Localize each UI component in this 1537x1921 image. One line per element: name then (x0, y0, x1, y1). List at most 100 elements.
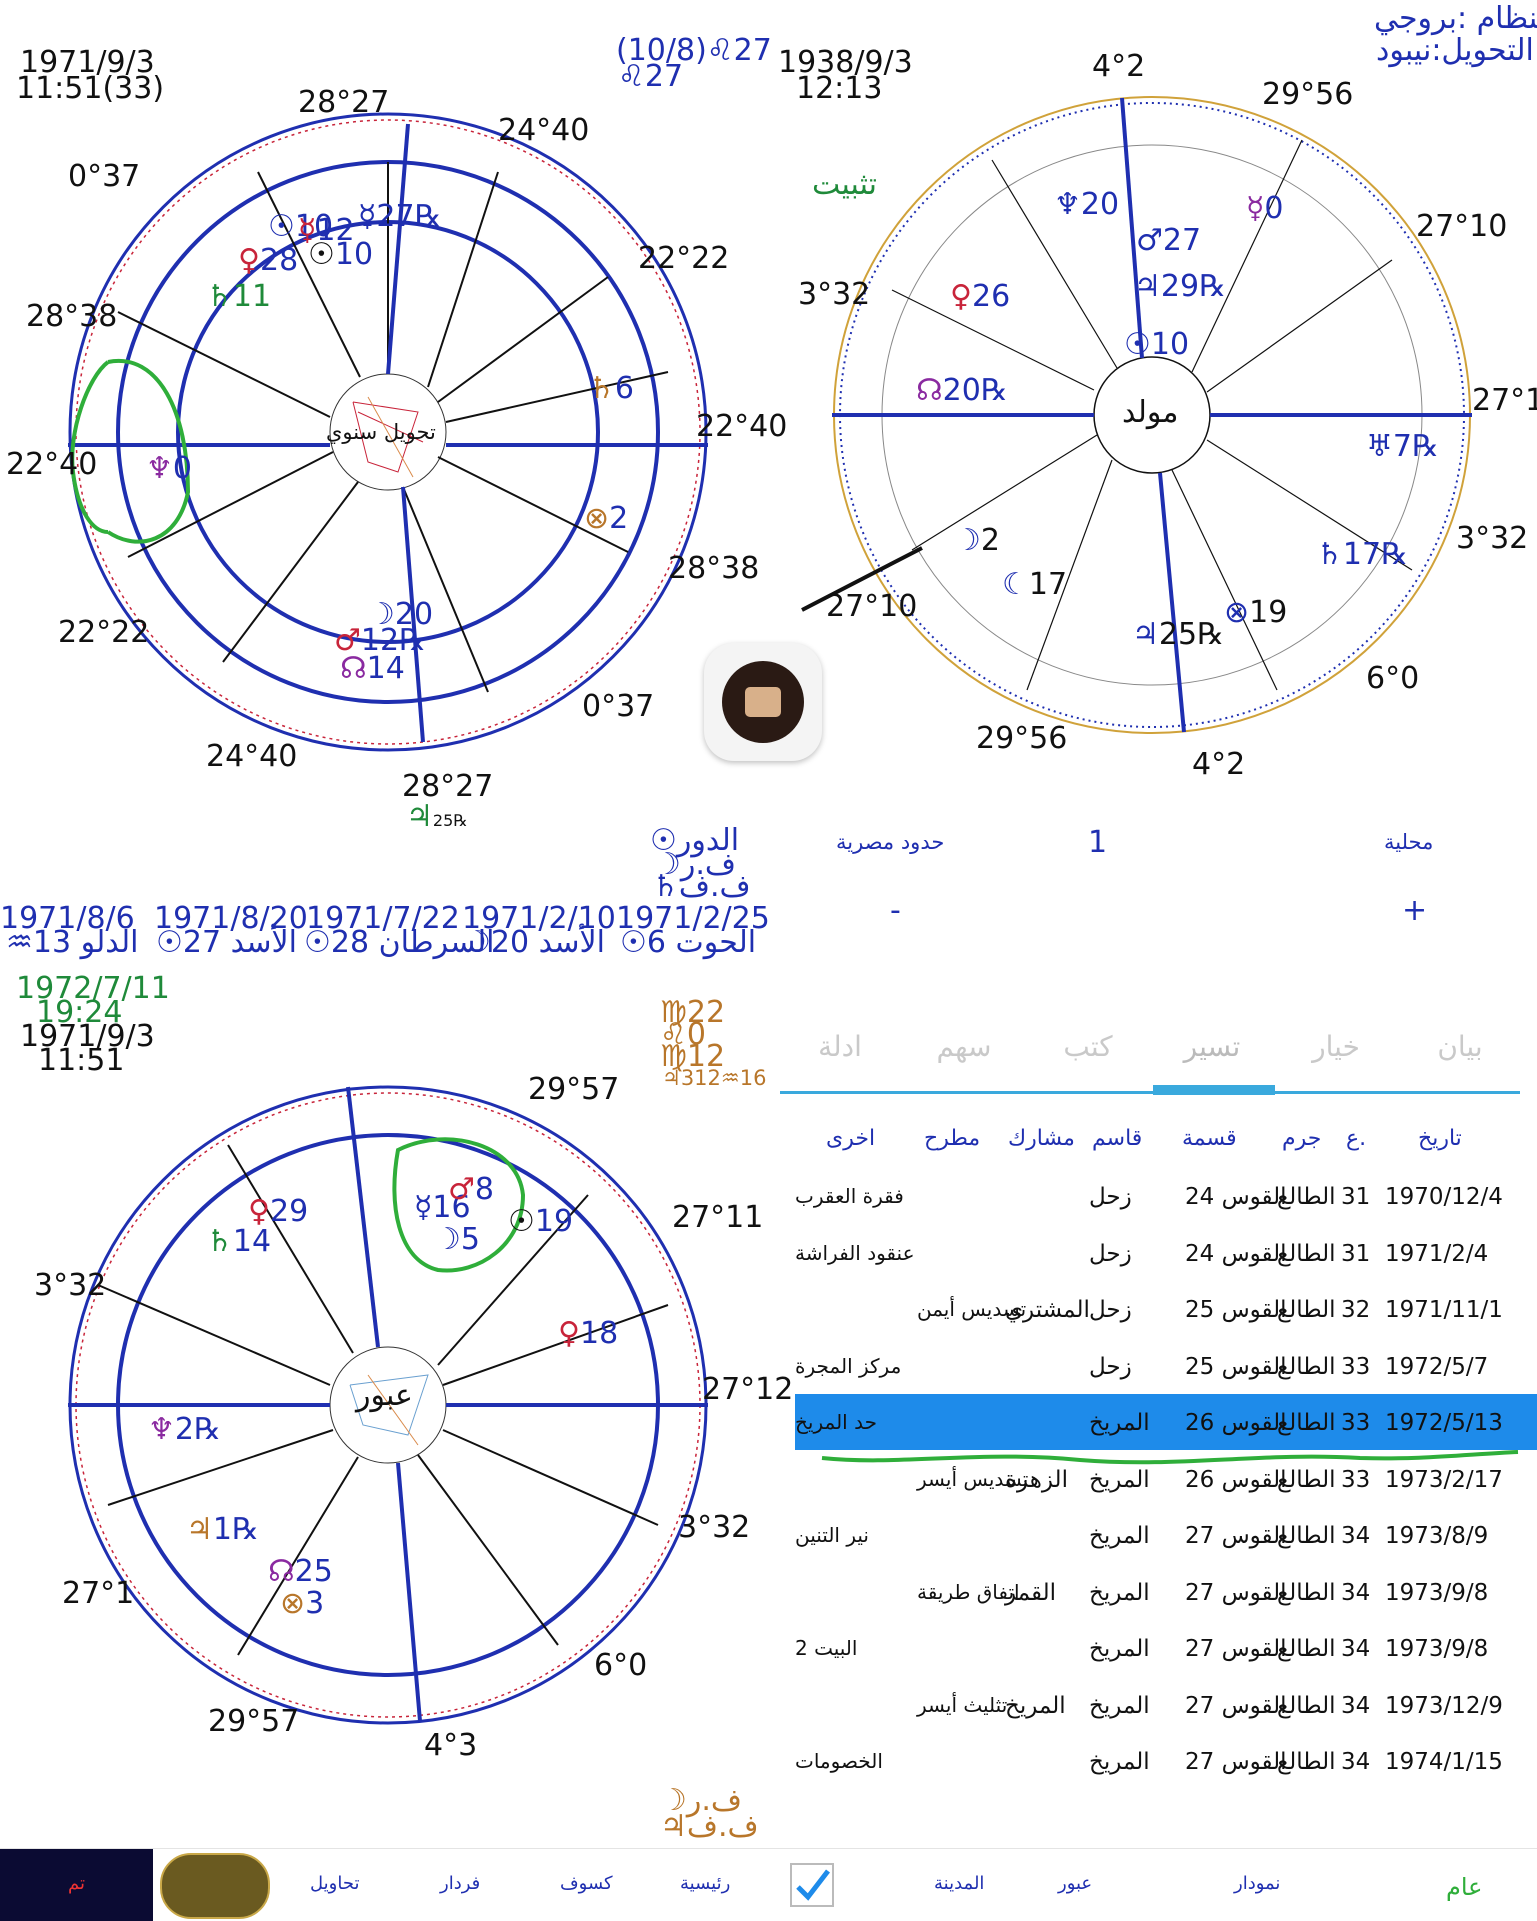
planet-degree: 28 (259, 243, 299, 278)
nav-general[interactable]: عام (1446, 1873, 1483, 1901)
nav-transforms[interactable]: تحاويل (310, 1873, 359, 1894)
table-cell: 33 (1341, 1353, 1371, 1380)
planet-glyph: ♆ (1054, 187, 1081, 222)
planet-degree: 29 (269, 1194, 309, 1229)
transit-deg-7: 4°3 (424, 1728, 478, 1763)
tab-books[interactable]: كتب (1028, 1000, 1148, 1092)
nav-eclipses[interactable]: كسوف (560, 1873, 613, 1894)
table-row[interactable]: 1974/1/15 34 الطالع 27 القوس المريخ الخصومات (795, 1733, 1537, 1789)
planet-degree: 17 (1028, 567, 1068, 602)
col-other[interactable]: اخرى (826, 1126, 875, 1151)
table-cell: زحل (1089, 1240, 1132, 1267)
local-label[interactable]: محلية (1384, 832, 1433, 853)
planet-glyph: ☽ (954, 523, 981, 558)
planet-degree: 19 (1249, 595, 1288, 630)
table-cell: 34 (1341, 1692, 1371, 1719)
planet-glyph: ♅ (1366, 429, 1393, 464)
planet-6: ♄6 (588, 374, 634, 404)
menu-button[interactable] (704, 643, 822, 761)
nav-home[interactable]: رئيسية (680, 1873, 730, 1894)
table-cell: 1971/11/1 (1385, 1297, 1503, 1323)
natal-planet-3: ☊20℞ (916, 376, 1008, 406)
tab-arrow[interactable]: سهم (904, 1000, 1024, 1092)
planet-degree: 7℞ (1392, 429, 1439, 464)
table-row[interactable]: 1972/5/7 33 الطالع 25 القوس زحل مركز المجرة (795, 1338, 1537, 1394)
planet-glyph: ♆ (148, 1412, 175, 1447)
table-cell: نير التنين (795, 1523, 869, 1547)
table-cell: 24 القوس (1185, 1240, 1287, 1267)
natal-planet-6: ☉10 (1124, 330, 1189, 360)
egyptian-terms-label[interactable]: حدود مصرية (836, 832, 944, 853)
annual-wheel[interactable]: تحويل سنوي 0°37 28°27 24°40 22°22 28°38 … (6, 88, 787, 832)
table-cell: المريخ (1089, 1749, 1150, 1775)
nav-transits[interactable]: عبور (1058, 1873, 1092, 1894)
table-cell: 25 القوس (1185, 1297, 1287, 1323)
planet-glyph: ♀ (950, 279, 972, 314)
transit-deg-5: 6°0 (594, 1648, 648, 1683)
col-divider[interactable]: قاسم (1092, 1126, 1142, 1151)
tab-evidence[interactable]: ادلة (780, 1000, 900, 1092)
table-row[interactable]: 1970/12/4 31 الطالع 24 القوس زحل فقرة العقرب (795, 1168, 1537, 1224)
minus-button[interactable]: - (890, 896, 901, 926)
planet-degree: 3 (305, 1586, 325, 1621)
table-row[interactable]: 1973/9/8 34 الطالع 27 القوس المريخ القمر اتفاق… (795, 1564, 1537, 1620)
planet-degree: 27℞ (376, 199, 442, 234)
table-cell: فقرة العقرب (795, 1184, 904, 1208)
col-age[interactable]: ع. (1346, 1126, 1366, 1151)
planet-glyph: ☿ (358, 199, 377, 234)
col-projection[interactable]: مطرح (924, 1126, 980, 1151)
transit-planet-0: ♀29 (248, 1197, 308, 1227)
tab-option[interactable]: خيار (1276, 1000, 1396, 1092)
natal-planet-0: ♆20 (1054, 190, 1119, 220)
planet-degree: 5 (460, 1222, 480, 1257)
bottom-navigation: تم تحاويل فردار كسوف رئيسية المدينة عبور… (0, 1848, 1537, 1921)
natal-planet-10: ♄17℞ (1316, 540, 1408, 570)
planet-glyph: ☊ (268, 1554, 295, 1589)
table-cell: 24 القوس (1185, 1184, 1287, 1210)
planet-glyph: ☉ (308, 237, 335, 272)
logo-icon[interactable] (160, 1853, 270, 1919)
table-row[interactable]: 1971/11/1 32 الطالع 25 القوس زحل المشتري تسديس… (795, 1281, 1537, 1337)
nav-done[interactable]: تم (68, 1873, 85, 1894)
table-row[interactable]: 1973/9/8 34 الطالع 27 القوس المريخ البيت 2 (795, 1620, 1537, 1676)
transit-wheel[interactable]: عبور 29°57 27°11 3°32 27°12 3°32 6°0 29°… (34, 1075, 793, 1761)
natal-wheel[interactable]: مولد 29°56 27°10 3°32 27°11 3°32 6°0 29°… (798, 52, 1537, 780)
natal-deg-8: 27°10 (826, 589, 918, 624)
plus-button[interactable]: + (1402, 896, 1427, 926)
table-cell: المريخ (1089, 1692, 1150, 1719)
planet-glyph: ♄ (206, 279, 233, 314)
col-participant[interactable]: مشارك (1008, 1126, 1075, 1151)
natal-deg-2: 3°32 (798, 277, 871, 312)
table-cell: 1972/5/7 (1385, 1353, 1489, 1380)
checkbox-icon[interactable] (790, 1863, 834, 1907)
highlight-underline (821, 1450, 1519, 1465)
menu-icon (722, 661, 804, 743)
planet-glyph: ♀ (238, 243, 260, 278)
planet-degree: 26 (971, 279, 1011, 314)
deg-label-11: 28°27 (402, 769, 494, 804)
natal-deg-3: 27°11 (1472, 383, 1537, 418)
table-cell: 26 القوس (1185, 1410, 1287, 1436)
transit-deg-8: 27°1 (62, 1576, 135, 1611)
nav-numudar[interactable]: نمودار (1234, 1873, 1280, 1894)
table-cell: 25 القوس (1185, 1353, 1287, 1380)
tab-statement[interactable]: بيان (1400, 1000, 1520, 1092)
natal-deg-6: 29°56 (976, 721, 1068, 756)
table-row[interactable]: 1971/2/4 31 الطالع 24 القوس زحل عنقود الفراشة (795, 1225, 1537, 1281)
col-body[interactable]: جرم (1282, 1126, 1321, 1151)
col-date[interactable]: تاريخ (1418, 1126, 1462, 1151)
transit-deg-0: 29°57 (528, 1072, 620, 1107)
nav-city[interactable]: المدينة (934, 1873, 984, 1894)
table-row[interactable]: 1973/12/9 34 الطالع 27 القوس المريخ المريخ تثل… (795, 1677, 1537, 1733)
planet-5: ☿27℞ (358, 202, 442, 232)
planet-glyph: ♃ (1132, 617, 1159, 652)
planet-glyph: ♄ (588, 371, 615, 406)
natal-planet-2: ♀26 (950, 282, 1010, 312)
tab-directions[interactable]: تسير (1152, 1000, 1272, 1092)
planet-degree: 0 (172, 451, 192, 486)
check-icon (796, 1869, 830, 1901)
col-division[interactable]: قسمة (1182, 1126, 1237, 1151)
annual-center-label: تحويل سنوي (326, 420, 436, 444)
table-row[interactable]: 1973/8/9 34 الطالع 27 القوس المريخ نير التنين (795, 1507, 1537, 1563)
nav-firdar[interactable]: فردار (440, 1873, 480, 1894)
